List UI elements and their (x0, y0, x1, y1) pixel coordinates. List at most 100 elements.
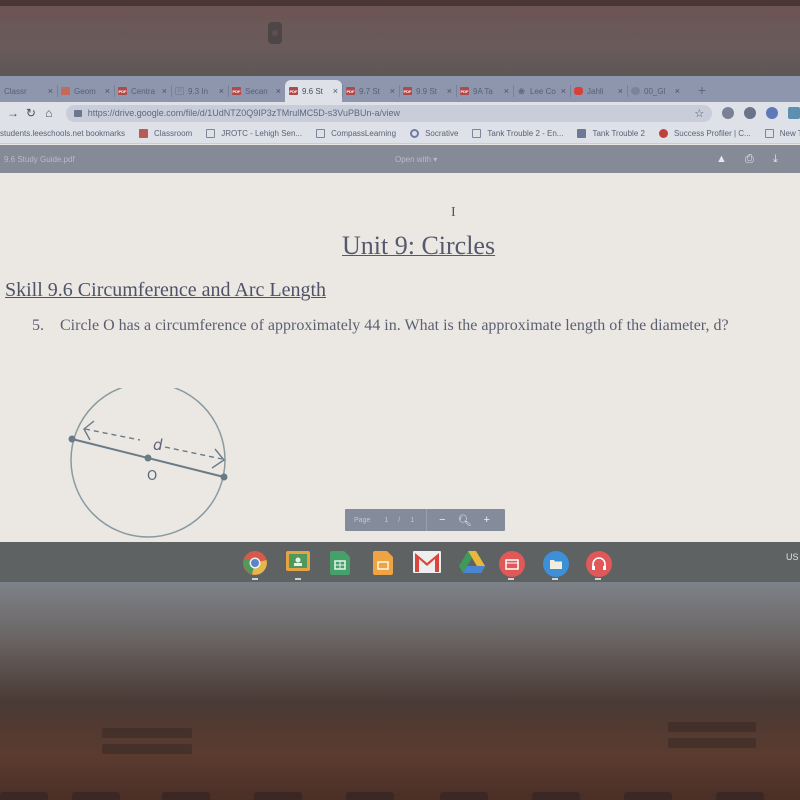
bookmark-label: Classroom (153, 129, 193, 138)
browser-tab[interactable]: PDF 9.9 St × (399, 80, 456, 102)
bookmark-label: Success Profiler | C... (673, 129, 751, 138)
extension-icon[interactable] (744, 107, 757, 119)
bookmark-item[interactable]: students.leeschools.net bookmarks (0, 129, 125, 138)
laptop-bezel-top (0, 0, 800, 76)
zoom-out-button[interactable]: − (439, 514, 445, 526)
audio-player-app-icon[interactable] (586, 551, 612, 580)
close-tab-icon[interactable]: × (675, 86, 680, 96)
bookmark-item[interactable]: Tank Trouble 2 - En... (472, 129, 563, 138)
gmail-app-icon[interactable] (413, 551, 441, 575)
bookmark-label: students.leeschools.net bookmarks (0, 129, 125, 138)
bookmark-item[interactable]: Success Profiler | C... (658, 129, 751, 138)
bookmark-item[interactable]: Tank Trouble 2 (577, 129, 645, 138)
tab-strip: Classr × Geom × PDF Centra × D 9.3 In × PDF Secan × P… (0, 76, 800, 102)
browser-tab[interactable]: PDF 9.6 St × (285, 80, 342, 102)
browser-tab[interactable]: PDF 9.7 St × (342, 80, 399, 102)
keyboard-key (624, 792, 672, 800)
tab-title: 9A Ta (473, 86, 493, 96)
pdf-filename: 9.6 Study Guide.pdf (4, 154, 75, 164)
google-slides-app-icon[interactable] (373, 551, 397, 575)
speaker-grille (668, 738, 756, 748)
bookmark-item[interactable]: Socrative (410, 129, 458, 138)
page-icon (472, 129, 482, 138)
google-classroom-icon (61, 87, 70, 95)
close-tab-icon[interactable]: × (504, 86, 509, 96)
forward-button[interactable]: → (4, 106, 22, 120)
pdf-page: I Unit 9: Circles Skill 9.6 Circumferenc… (0, 173, 800, 582)
close-tab-icon[interactable]: × (618, 86, 623, 96)
close-tab-icon[interactable]: × (447, 86, 452, 96)
browser-tab[interactable]: 00_Gl × (627, 80, 684, 102)
bookmark-star-icon[interactable]: ☆ (694, 107, 704, 120)
dimension-line-right (164, 446, 223, 460)
circle-diagram: d O (68, 388, 228, 538)
bookmark-label: CompassLearning (331, 129, 397, 138)
question-5: 5. Circle O has a circumference of appro… (32, 313, 792, 339)
extension-icon[interactable] (722, 107, 735, 119)
reload-button[interactable]: ↻ (22, 106, 40, 120)
close-tab-icon[interactable]: × (333, 86, 338, 96)
download-icon[interactable]: ⤓ (773, 153, 778, 166)
home-button[interactable]: ⌂ (40, 106, 58, 120)
tab-title: Jahli (587, 86, 604, 96)
tab-title: 9.7 St (359, 86, 380, 96)
keyboard-key (0, 792, 48, 800)
open-with-label: Open with (395, 154, 432, 164)
extension-icon[interactable] (788, 107, 800, 119)
add-to-drive-icon[interactable]: ▲ (716, 153, 727, 165)
google-sheets-app-icon[interactable] (330, 551, 354, 575)
close-tab-icon[interactable]: × (105, 86, 110, 96)
site-info-icon[interactable] (73, 109, 82, 117)
dimension-line-left (84, 428, 141, 441)
speaker-grille (102, 744, 192, 754)
pdf-icon: PDF (460, 87, 469, 95)
pdf-icon: PDF (289, 87, 298, 95)
google-classroom-app-icon[interactable] (286, 551, 310, 580)
bookmark-label: Tank Trouble 2 - En... (487, 129, 564, 138)
zoom-in-button[interactable]: + (484, 514, 490, 526)
bookmark-item[interactable]: JROTC - Lehigh Sen... (206, 129, 302, 138)
new-tab-button[interactable]: + (692, 80, 712, 102)
browser-tab[interactable]: ❀ Lee Co × (513, 80, 570, 102)
address-bar[interactable]: https://drive.google.com/file/d/1UdNTZ0Q… (65, 104, 713, 122)
close-tab-icon[interactable]: × (162, 86, 167, 96)
zoom-icon[interactable]: 🔍︎ (458, 514, 472, 527)
bookmark-item[interactable]: Classroom (138, 129, 193, 138)
browser-tab[interactable]: PDF Secan × (228, 80, 285, 102)
tab-title: Centra (131, 86, 156, 96)
webcam (268, 22, 282, 44)
speaker-grille (668, 722, 756, 732)
google-drive-app-icon[interactable] (459, 551, 485, 575)
laptop-lower-bezel (0, 582, 800, 800)
browser-tab[interactable]: Classr × (0, 80, 57, 102)
browser-tab[interactable]: D 9.3 In × (171, 80, 228, 102)
question-text: Circle O has a circumference of approxim… (60, 317, 729, 334)
tab-title: 9.6 St (302, 86, 323, 96)
page-label: Page (354, 516, 371, 524)
browser-tab[interactable]: Geom × (57, 80, 114, 102)
files-app-icon[interactable] (543, 551, 569, 580)
bookmark-item[interactable]: New Tab (764, 129, 800, 138)
browser-tab[interactable]: PDF Centra × (114, 80, 171, 102)
tab-title: 9.3 In (188, 86, 209, 96)
print-icon[interactable]: ⎙ (745, 153, 754, 166)
open-with-button[interactable]: Open with ▾ (395, 155, 437, 164)
center-label: O (147, 469, 157, 484)
close-tab-icon[interactable]: × (48, 86, 53, 96)
chrome-app-icon[interactable] (243, 551, 267, 580)
center-point (144, 454, 152, 462)
bookmark-label: JROTC - Lehigh Sen... (221, 129, 303, 138)
close-tab-icon[interactable]: × (561, 86, 566, 96)
video-player-app-icon[interactable] (499, 551, 525, 580)
pdf-icon: PDF (118, 87, 127, 95)
browser-tab[interactable]: Jahli × (570, 80, 627, 102)
close-tab-icon[interactable]: × (276, 86, 281, 96)
browser-tab[interactable]: PDF 9A Ta × (456, 80, 513, 102)
bookmark-item[interactable]: CompassLearning (316, 129, 396, 138)
classroom-icon (138, 129, 148, 138)
status-area[interactable]: US (786, 552, 800, 562)
close-tab-icon[interactable]: × (219, 86, 224, 96)
extension-icon[interactable] (766, 107, 779, 119)
close-tab-icon[interactable]: × (390, 86, 395, 96)
current-page-input[interactable]: 1 (384, 517, 388, 524)
